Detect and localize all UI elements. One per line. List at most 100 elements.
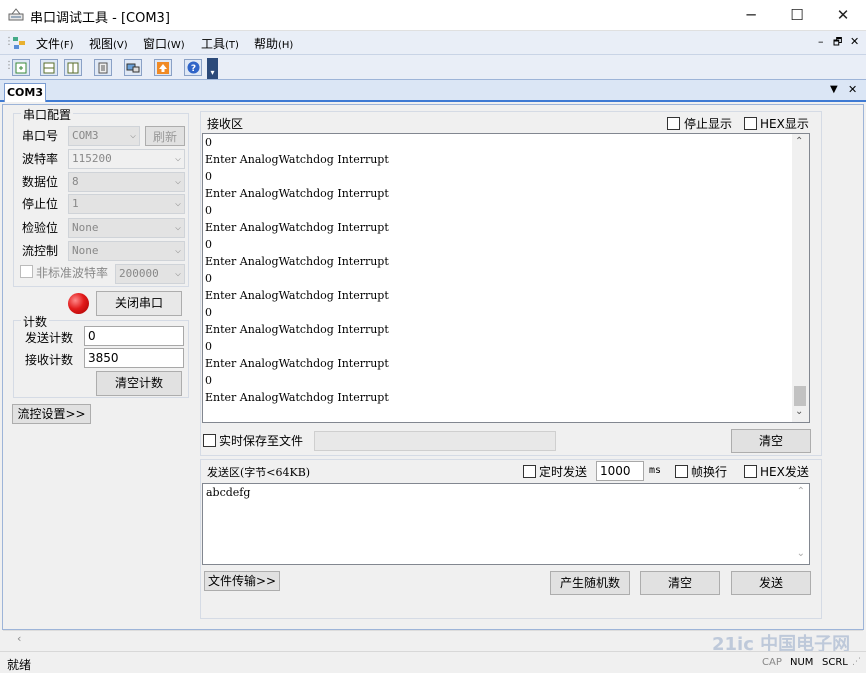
monitor-icon[interactable] xyxy=(124,59,142,76)
receive-line: 0 xyxy=(205,204,212,217)
receive-lines: 0 Enter AnalogWatchdog Interrupt 0 Enter An… xyxy=(203,134,809,406)
interval-field[interactable]: 1000 xyxy=(596,461,644,481)
chevron-down-icon: ⌵ xyxy=(174,176,181,187)
send-count-field: 0 xyxy=(84,326,184,346)
clear-count-button[interactable]: 清空计数 xyxy=(96,371,182,396)
counter-title: 计数 xyxy=(21,313,50,330)
port-label: 串口号 xyxy=(22,129,59,143)
stopbits-select[interactable]: 1 ⌵ xyxy=(68,194,185,214)
minimize-button[interactable]: ─ xyxy=(728,0,774,31)
tab-com3[interactable]: COM3 xyxy=(4,83,46,102)
hex-send-checkbox[interactable] xyxy=(744,465,757,478)
help-icon[interactable]: ? xyxy=(184,59,202,76)
receive-line: 0 xyxy=(205,238,212,251)
scroll-down-icon[interactable]: ⌄ xyxy=(797,548,805,559)
serial-config-title: 串口配置 xyxy=(21,106,74,123)
scroll-down-icon[interactable]: ⌄ xyxy=(795,406,803,417)
port-status-led-icon xyxy=(68,293,89,314)
timed-send-checkbox[interactable] xyxy=(523,465,536,478)
maximize-button[interactable]: ☐ xyxy=(774,0,820,31)
chevron-down-icon: ⌵ xyxy=(174,153,181,164)
scroll-thumb[interactable] xyxy=(794,386,806,406)
chevron-down-icon: ⌵ xyxy=(174,198,181,209)
nonstandard-baud-checkbox[interactable] xyxy=(20,265,33,278)
split-horizontal-icon[interactable] xyxy=(40,59,58,76)
scroll-up-icon[interactable]: ⌃ xyxy=(797,486,805,497)
flow-control-select[interactable]: None ⌵ xyxy=(68,241,185,261)
receive-line: Enter AnalogWatchdog Interrupt xyxy=(205,153,389,166)
new-icon[interactable] xyxy=(12,59,30,76)
menu-view[interactable]: 视图(V) xyxy=(89,35,128,52)
receive-line: 0 xyxy=(205,306,212,319)
hex-display-checkbox[interactable] xyxy=(744,117,757,130)
mdi-restore-button[interactable]: 🗗 xyxy=(833,35,842,52)
parity-label: 检验位 xyxy=(22,221,59,235)
databits-select[interactable]: 8 ⌵ xyxy=(68,172,185,192)
send-title: 发送区(字节<64KB) xyxy=(207,466,311,479)
save-path-field[interactable] xyxy=(314,431,556,451)
receive-textarea[interactable]: 0 Enter AnalogWatchdog Interrupt 0 Enter An… xyxy=(202,133,810,423)
scroll-left-icon[interactable]: ‹ xyxy=(17,632,21,645)
scroll-up-icon[interactable]: ⌃ xyxy=(795,136,803,147)
stop-display-checkbox[interactable] xyxy=(667,117,680,130)
app-icon xyxy=(8,8,24,21)
send-textarea[interactable]: abcdefg ⌃ ⌄ xyxy=(202,483,810,565)
document-tab-strip: COM3 ▼ ✕ xyxy=(0,80,866,102)
file-transfer-button[interactable]: 文件传输>> xyxy=(204,571,280,591)
frame-newline-checkbox[interactable] xyxy=(675,465,688,478)
receive-line: Enter AnalogWatchdog Interrupt xyxy=(205,391,389,404)
calculator-icon[interactable] xyxy=(94,59,112,76)
receive-line: 0 xyxy=(205,374,212,387)
clear-send-button[interactable]: 清空 xyxy=(640,571,720,595)
save-to-file-label: 实时保存至文件 xyxy=(219,434,304,448)
close-button[interactable]: ✕ xyxy=(820,0,866,31)
stop-display-label: 停止显示 xyxy=(684,117,733,131)
nonstandard-baud-select[interactable]: 200000 ⌵ xyxy=(115,264,185,284)
frame-newline-label: 帧换行 xyxy=(691,465,728,479)
port-select[interactable]: COM3 ⌵ xyxy=(68,126,140,146)
menu-help[interactable]: 帮助(H) xyxy=(254,35,293,52)
receive-scrollbar[interactable]: ⌃ ⌄ xyxy=(792,134,809,422)
send-count-label: 发送计数 xyxy=(25,331,74,345)
chevron-down-icon: ⌵ xyxy=(129,130,136,141)
chevron-down-icon: ⌵ xyxy=(174,245,181,256)
mdi-close-button[interactable]: ✕ xyxy=(850,35,859,48)
split-vertical-icon[interactable] xyxy=(64,59,82,76)
menu-file[interactable]: 文件(F) xyxy=(36,35,74,52)
receive-line: Enter AnalogWatchdog Interrupt xyxy=(205,357,389,370)
receive-line: Enter AnalogWatchdog Interrupt xyxy=(205,323,389,336)
mdi-minimize-button[interactable]: – xyxy=(818,35,824,48)
toolbar-overflow-icon[interactable]: ▾ xyxy=(207,58,218,79)
chevron-down-icon: ⌵ xyxy=(174,268,181,279)
nonstandard-baud-label: 非标准波特率 xyxy=(36,266,109,280)
tab-list-dropdown-icon[interactable]: ▼ xyxy=(830,84,838,95)
window-title: 串口调试工具 - [COM3] xyxy=(30,11,170,26)
chevron-down-icon: ⌵ xyxy=(174,222,181,233)
random-number-button[interactable]: 产生随机数 xyxy=(550,571,630,595)
parity-select[interactable]: None ⌵ xyxy=(68,218,185,238)
status-bar: 就绪 CAP NUM SCRL ⋰ xyxy=(0,651,866,673)
upload-icon[interactable] xyxy=(154,59,172,76)
baud-select[interactable]: 115200 ⌵ xyxy=(68,149,185,169)
receive-line: 0 xyxy=(205,340,212,353)
flow-settings-button[interactable]: 流控设置>> xyxy=(12,404,91,424)
save-to-file-checkbox[interactable] xyxy=(203,434,216,447)
receive-line: Enter AnalogWatchdog Interrupt xyxy=(205,255,389,268)
tab-close-icon[interactable]: ✕ xyxy=(848,83,857,96)
send-button[interactable]: 发送 xyxy=(731,571,811,595)
receive-line: Enter AnalogWatchdog Interrupt xyxy=(205,187,389,200)
close-port-button[interactable]: 关闭串口 xyxy=(96,291,182,316)
receive-line: Enter AnalogWatchdog Interrupt xyxy=(205,289,389,302)
refresh-button[interactable]: 刷新 xyxy=(145,126,185,146)
hex-send-label: HEX发送 xyxy=(760,465,809,479)
stopbits-label: 停止位 xyxy=(22,197,59,211)
resize-grip-icon[interactable]: ⋰ xyxy=(852,657,861,667)
menu-app-icon xyxy=(13,37,25,49)
menu-tools[interactable]: 工具(T) xyxy=(201,35,239,52)
clear-receive-button[interactable]: 清空 xyxy=(731,429,811,453)
status-ready: 就绪 xyxy=(7,658,32,672)
menu-window[interactable]: 窗口(W) xyxy=(143,35,185,52)
recv-count-field: 3850 xyxy=(84,348,184,368)
hex-display-label: HEX显示 xyxy=(760,117,809,131)
interval-unit: ms xyxy=(649,465,662,476)
